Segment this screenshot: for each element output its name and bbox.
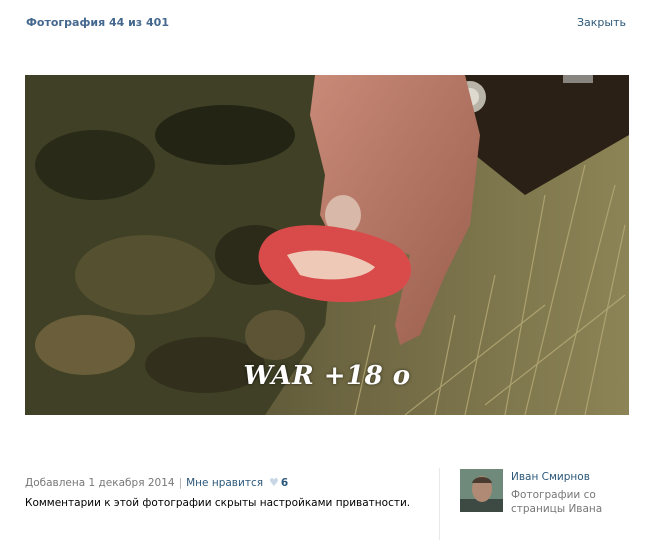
source-note: Фотографии со страницы Ивана <box>511 489 603 515</box>
meta-separator: | <box>178 477 183 489</box>
avatar-image <box>460 469 503 512</box>
close-link[interactable]: Закрыть <box>577 16 626 29</box>
divider <box>439 468 440 540</box>
photo-viewer-image[interactable]: WAR +18 o <box>25 75 629 415</box>
heart-icon[interactable]: ♥ <box>269 476 279 489</box>
photo-meta: Добавлена 1 декабря 2014 | Мне нравится ♥ 6 <box>25 476 288 489</box>
photo-counter-title: Фотография 44 из 401 <box>26 16 169 29</box>
author-name-link[interactable]: Иван Смирнов <box>511 471 590 483</box>
like-button[interactable]: Мне нравится <box>186 477 263 489</box>
photo-watermark: WAR +18 o <box>243 361 411 391</box>
added-date: Добавлена 1 декабря 2014 <box>25 477 175 489</box>
like-count[interactable]: 6 <box>281 477 288 489</box>
comments-hidden-note: Комментарии к этой фотографии скрыты нас… <box>25 497 411 509</box>
author-avatar[interactable] <box>460 469 503 512</box>
